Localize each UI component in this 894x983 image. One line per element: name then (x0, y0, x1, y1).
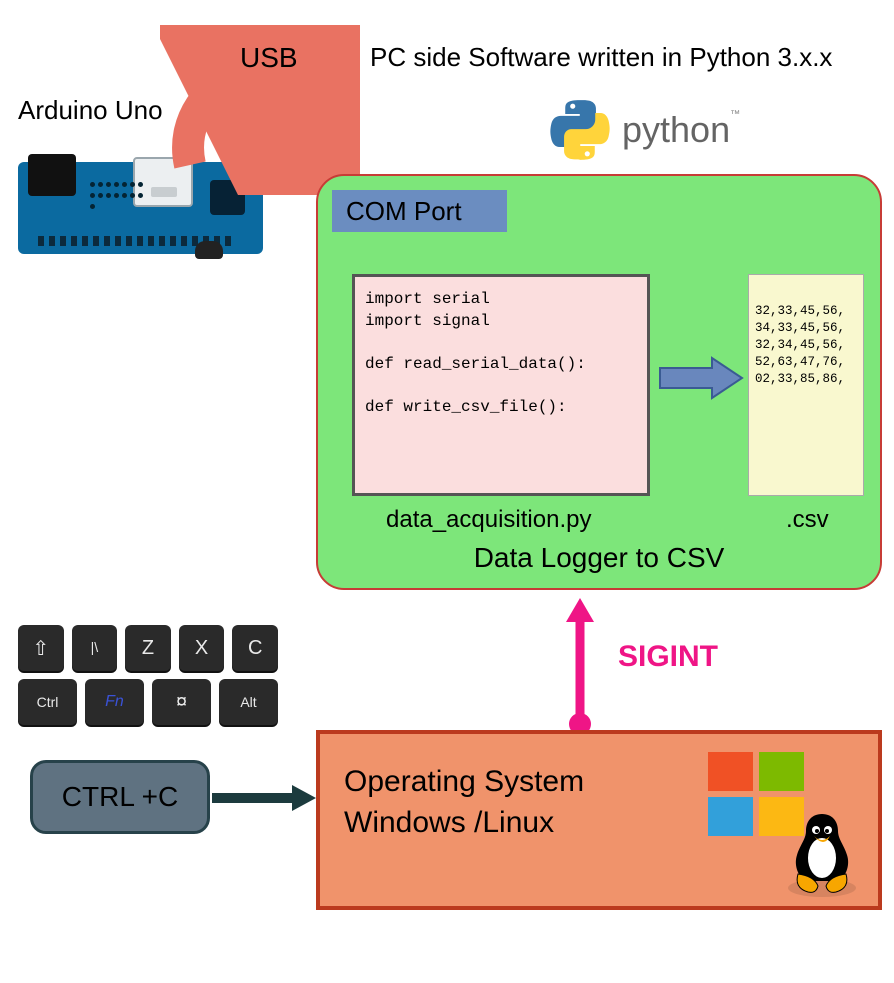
keyboard-keys: ⇧ |\ Z X C Ctrl Fn ¤ Alt (18, 625, 278, 733)
sigint-arrow-icon (560, 596, 600, 730)
linux-tux-icon (784, 808, 860, 910)
ctrl-c-badge: CTRL +C (30, 760, 210, 834)
python-logo-block: python™ (550, 95, 840, 165)
board-pin-grid-icon (90, 182, 145, 212)
key-backslash: |\ (72, 625, 118, 671)
csv-output-box: 32,33,45,56, 34,33,45,56, 32,34,45,56, 5… (748, 274, 864, 496)
key-currency: ¤ (152, 679, 211, 725)
pc-side-headline: PC side Software written in Python 3.x.x (370, 42, 832, 73)
python-logo-icon (550, 100, 610, 160)
board-headphone-icon (195, 241, 223, 259)
operating-system-box: Operating System Windows /Linux (316, 730, 882, 910)
key-alt: Alt (219, 679, 278, 725)
key-z: Z (125, 625, 171, 671)
usb-label: USB (240, 42, 298, 74)
csv-extension-label: .csv (786, 506, 829, 534)
ctrlc-to-os-arrow-icon (212, 783, 320, 813)
python-code-box: import serial import signal def read_ser… (352, 274, 650, 496)
board-chip-icon (28, 154, 76, 196)
sigint-label: SIGINT (618, 640, 718, 674)
key-c: C (232, 625, 278, 671)
python-wordmark: python™ (622, 109, 740, 151)
key-fn: Fn (85, 679, 144, 725)
code-to-csv-arrow-icon (658, 356, 744, 400)
arduino-label: Arduino Uno (18, 95, 163, 126)
trademark-symbol: ™ (730, 109, 740, 120)
data-logger-title: Data Logger to CSV (318, 542, 880, 574)
key-ctrl: Ctrl (18, 679, 77, 725)
code-filename: data_acquisition.py (386, 506, 591, 534)
data-logger-box: COM Port import serial import signal def… (316, 174, 882, 590)
key-x: X (179, 625, 225, 671)
com-port-label: COM Port (332, 190, 507, 232)
key-shift: ⇧ (18, 625, 64, 671)
